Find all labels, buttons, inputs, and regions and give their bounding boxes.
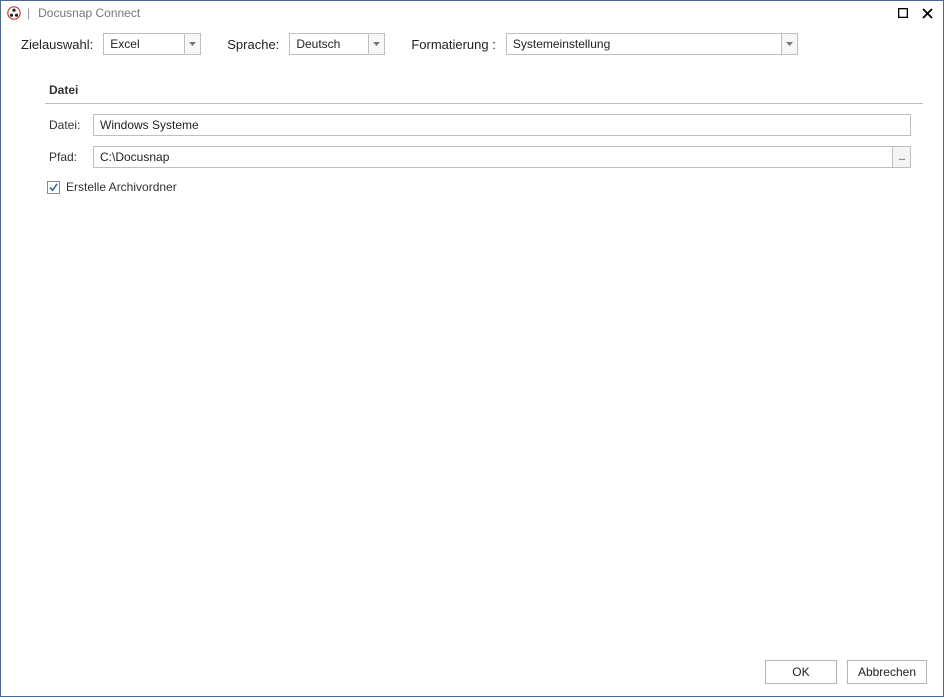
chevron-down-icon[interactable]: [781, 34, 797, 54]
ok-button[interactable]: OK: [765, 660, 837, 684]
path-input[interactable]: [94, 147, 892, 167]
section-header: Datei: [45, 65, 923, 104]
language-combobox[interactable]: Deutsch: [289, 33, 385, 55]
file-label: Datei:: [45, 118, 93, 132]
app-icon: [7, 6, 21, 20]
titlebar: | Docusnap Connect: [1, 1, 943, 25]
browse-button[interactable]: ...: [892, 147, 910, 167]
format-label: Formatierung :: [411, 37, 496, 52]
chevron-down-icon[interactable]: [368, 34, 384, 54]
language-label: Sprache:: [227, 37, 279, 52]
path-label: Pfad:: [45, 150, 93, 164]
archive-checkbox-label: Erstelle Archivordner: [66, 180, 177, 194]
path-input-wrap: ...: [93, 146, 911, 168]
section-body: Datei Datei: Pfad: ... Erstelle Archivor…: [1, 65, 943, 650]
target-combobox[interactable]: Excel: [103, 33, 201, 55]
language-combobox-value: Deutsch: [290, 34, 368, 54]
path-row: Pfad: ...: [45, 146, 911, 168]
format-combobox-value: Systemeinstellung: [507, 34, 781, 54]
target-combobox-value: Excel: [104, 34, 184, 54]
archive-checkbox-row: Erstelle Archivordner: [47, 180, 911, 194]
window: | Docusnap Connect Zielauswahl: Excel Sp…: [0, 0, 944, 697]
chevron-down-icon[interactable]: [184, 34, 200, 54]
archive-checkbox[interactable]: [47, 181, 60, 194]
window-title: Docusnap Connect: [38, 6, 140, 20]
maximize-button[interactable]: [891, 2, 915, 24]
cancel-button[interactable]: Abbrechen: [847, 660, 927, 684]
toolbar: Zielauswahl: Excel Sprache: Deutsch Form…: [1, 25, 943, 65]
title-separator: |: [27, 7, 30, 19]
file-input[interactable]: [93, 114, 911, 136]
format-combobox[interactable]: Systemeinstellung: [506, 33, 798, 55]
file-row: Datei:: [45, 114, 911, 136]
close-button[interactable]: [915, 2, 939, 24]
target-label: Zielauswahl:: [21, 37, 93, 52]
footer: OK Abbrechen: [1, 650, 943, 696]
